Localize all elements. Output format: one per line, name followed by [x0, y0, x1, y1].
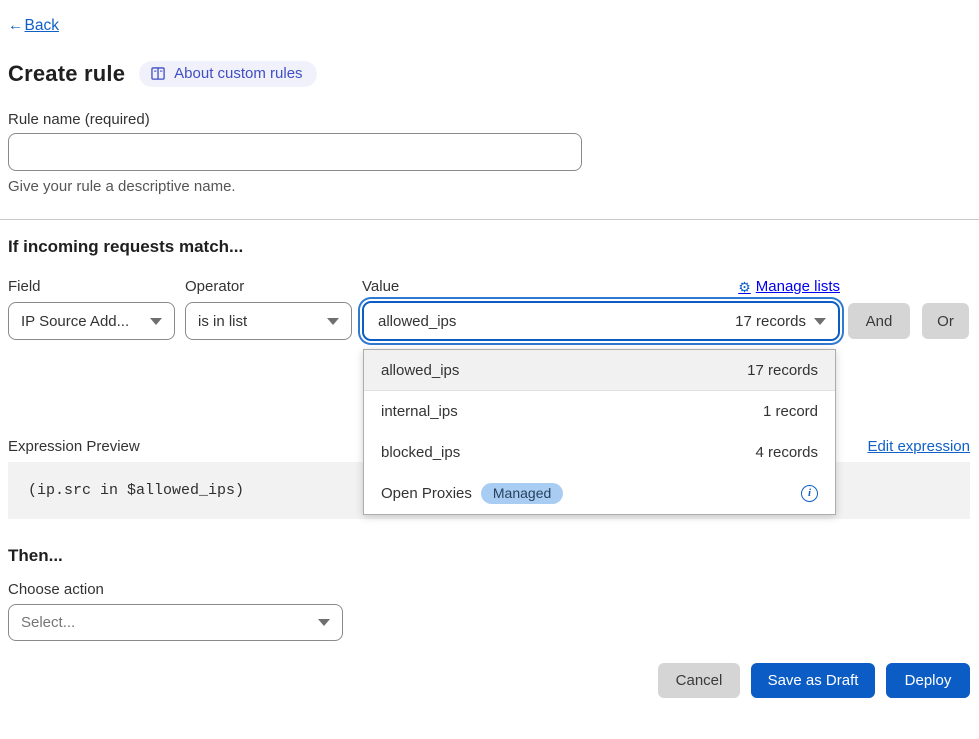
page-title: Create rule [8, 61, 125, 87]
rule-name-label: Rule name (required) [8, 111, 970, 128]
chevron-down-icon [814, 318, 826, 325]
match-section-heading: If incoming requests match... [8, 237, 970, 257]
cancel-button[interactable]: Cancel [658, 663, 740, 698]
back-link-label: Back [25, 17, 59, 34]
condition-labels-row: Field Operator Value ⚙ Manage lists [8, 278, 970, 295]
back-arrow-icon: ← [8, 17, 24, 35]
deploy-button[interactable]: Deploy [886, 663, 970, 698]
managed-badge: Managed [481, 483, 563, 504]
rule-name-helper: Give your rule a descriptive name. [8, 178, 970, 195]
create-rule-page: ←Back Create rule About custom rules Rul… [0, 0, 979, 739]
expression-code: (ip.src in $allowed_ips) [28, 482, 244, 499]
chevron-down-icon [150, 318, 162, 325]
operator-select-value: is in list [198, 313, 247, 330]
list-option-count: 4 records [755, 444, 818, 461]
then-section-heading: Then... [8, 546, 970, 566]
value-select-value: allowed_ips [378, 313, 456, 330]
value-select-record-count: 17 records [735, 313, 806, 330]
save-as-draft-button[interactable]: Save as Draft [751, 663, 875, 698]
gear-icon: ⚙ [738, 280, 751, 294]
field-select[interactable]: IP Source Add... [8, 302, 175, 340]
expression-preview-label: Expression Preview [8, 438, 140, 455]
action-select-placeholder: Select... [21, 614, 75, 631]
list-option-name: Open Proxies [381, 485, 472, 502]
list-option-allowed-ips[interactable]: allowed_ips 17 records [364, 350, 835, 391]
list-option-internal-ips[interactable]: internal_ips 1 record [364, 391, 835, 432]
about-badge-label: About custom rules [174, 65, 302, 82]
value-label: Value [362, 278, 399, 295]
or-button[interactable]: Or [922, 303, 969, 339]
rule-name-input[interactable] [8, 133, 582, 171]
back-link[interactable]: ←Back [8, 17, 59, 34]
list-option-name: blocked_ips [381, 444, 460, 461]
condition-row: IP Source Add... is in list allowed_ips … [8, 301, 970, 341]
title-row: Create rule About custom rules [8, 61, 970, 87]
section-divider [0, 219, 979, 220]
field-label: Field [8, 278, 175, 295]
info-icon[interactable]: i [801, 485, 818, 502]
and-button[interactable]: And [848, 303, 910, 339]
back-row: ←Back [8, 0, 970, 35]
action-select[interactable]: Select... [8, 604, 343, 641]
chevron-down-icon [318, 619, 330, 626]
manage-lists-link[interactable]: ⚙ Manage lists [738, 278, 840, 295]
about-custom-rules-badge[interactable]: About custom rules [139, 61, 316, 87]
field-select-value: IP Source Add... [21, 313, 129, 330]
operator-label: Operator [185, 278, 352, 295]
list-option-blocked-ips[interactable]: blocked_ips 4 records [364, 432, 835, 473]
edit-expression-link[interactable]: Edit expression [867, 438, 970, 455]
list-option-open-proxies[interactable]: Open Proxies Managed i [364, 473, 835, 514]
list-option-count: 17 records [747, 362, 818, 379]
footer-actions: Cancel Save as Draft Deploy [8, 663, 970, 698]
value-select[interactable]: allowed_ips 17 records [362, 301, 840, 341]
list-dropdown-panel: allowed_ips 17 records internal_ips 1 re… [363, 349, 836, 515]
manage-lists-label: Manage lists [756, 278, 840, 295]
list-option-count: 1 record [763, 403, 818, 420]
value-select-wrapper: allowed_ips 17 records allowed_ips 17 re… [362, 301, 840, 341]
list-option-name: allowed_ips [381, 362, 459, 379]
book-icon [151, 67, 166, 81]
choose-action-label: Choose action [8, 581, 970, 598]
chevron-down-icon [327, 318, 339, 325]
operator-select[interactable]: is in list [185, 302, 352, 340]
list-option-name: internal_ips [381, 403, 458, 420]
